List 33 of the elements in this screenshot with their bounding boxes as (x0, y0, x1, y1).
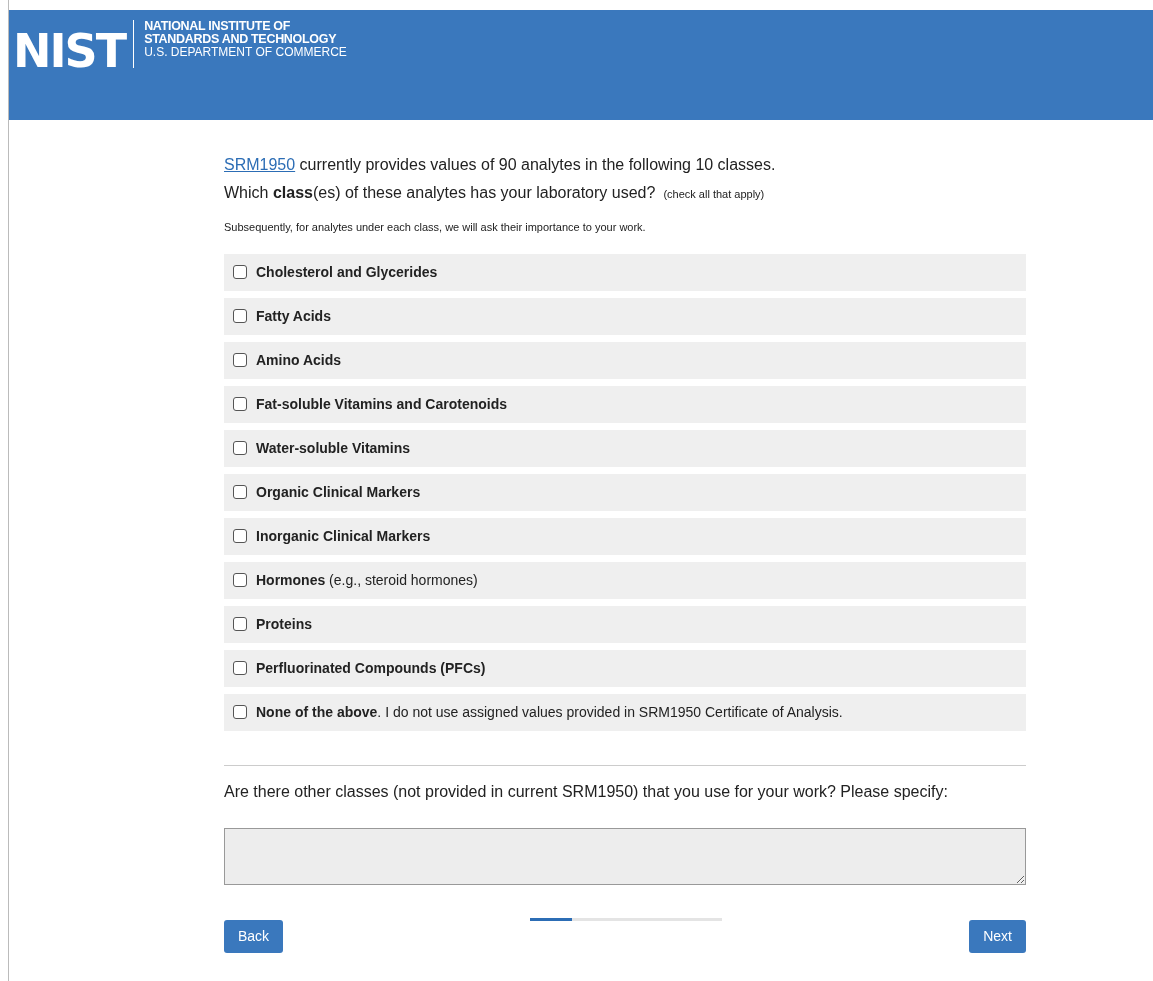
checkbox[interactable] (233, 265, 247, 279)
checkbox[interactable] (233, 353, 247, 367)
checkbox[interactable] (233, 617, 247, 631)
next-button[interactable]: Next (969, 919, 1026, 953)
checkbox[interactable] (233, 573, 247, 587)
option-label[interactable]: Water-soluble Vitamins (256, 437, 411, 459)
option-label[interactable]: Fat-soluble Vitamins and Carotenoids (256, 393, 507, 415)
checkbox[interactable] (233, 705, 247, 719)
srm-link[interactable]: SRM1950 (224, 156, 296, 173)
logo-wordmark: NIST (13, 28, 126, 74)
question-text: Are there other classes (not provided in current SRM1950) that you use for your work? Please specify: (224, 781, 949, 802)
org-name-text: U.S. DEPARTMENT OF COMMERCE (144, 46, 347, 59)
checkbox[interactable] (233, 661, 247, 675)
option-label[interactable]: Cholesterol and Glycerides (256, 261, 438, 283)
option-label[interactable]: Fatty Acids (256, 305, 331, 327)
hint-text: (check all that apply) (663, 187, 765, 202)
checkbox[interactable] (233, 485, 247, 499)
back-button[interactable]: Back (224, 919, 284, 953)
note-text: Subsequently, for analytes under each class, we will ask their importance to your work. (224, 220, 647, 235)
checkbox[interactable] (233, 397, 247, 411)
option-label[interactable]: Hormones (e.g., steroid hormones) (256, 569, 478, 591)
checkbox[interactable] (233, 441, 247, 455)
option-label[interactable]: Amino Acids (256, 349, 342, 371)
checkbox[interactable] (233, 529, 247, 543)
org-name-text: STANDARDS AND TECHNOLOGY (144, 33, 338, 46)
option-label[interactable]: Organic Clinical Markers (256, 481, 421, 503)
option-label[interactable]: Inorganic Clinical Markers (256, 525, 431, 547)
intro-text: SRM1950 currently provides values of 90 analytes in the following 10 classes. (224, 155, 777, 175)
checkbox[interactable] (233, 309, 247, 323)
org-name-text: NATIONAL INSTITUTE OF (144, 20, 292, 33)
option-label[interactable]: Proteins (256, 613, 312, 635)
option-label[interactable]: Perfluorinated Compounds (PFCs) (256, 657, 486, 679)
question-text: Which class(es) of these analytes has your laboratory used? (224, 183, 656, 203)
